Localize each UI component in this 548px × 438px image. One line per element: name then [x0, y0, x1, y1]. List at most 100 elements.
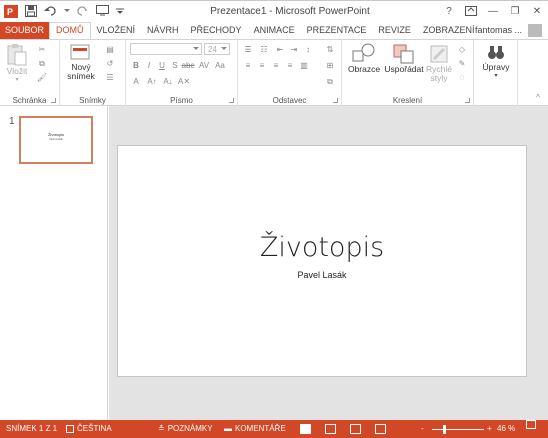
close-button[interactable]: ✕ — [528, 3, 546, 19]
customize-qat-icon[interactable] — [116, 4, 124, 18]
copy-icon[interactable]: ⧉ — [36, 58, 48, 69]
editing-button[interactable]: Úpravy ▾ — [478, 43, 514, 81]
font-launcher-icon[interactable] — [229, 98, 234, 103]
tab-animations[interactable]: ANIMACE — [248, 22, 301, 39]
shape-fill-icon[interactable]: ◇ — [456, 44, 468, 55]
slide-thumbnail[interactable]: Životopis Pavel Lasák — [19, 116, 93, 164]
slideshow-view-icon[interactable] — [375, 424, 386, 434]
user-name[interactable]: fantomas ... — [475, 22, 522, 39]
smartart-icon[interactable]: ⧉ — [324, 76, 336, 87]
zoom-slider[interactable] — [432, 429, 484, 430]
chevron-down-icon — [193, 47, 199, 50]
group-paragraph: ☰ ☷ ⇤ ⇥ ↕ ⇅ ≡ ≡ ≡ ≡ ▥ ⊞ ⧉ Odstavec — [238, 40, 342, 106]
group-label-slides: Snímky — [79, 96, 106, 105]
align-left-icon[interactable]: ≡ — [242, 60, 254, 71]
window-title: Prezentace1 - Microsoft PowerPoint — [210, 6, 370, 17]
help-button[interactable]: ? — [440, 3, 458, 19]
ribbon-display-options-button[interactable] — [462, 3, 480, 19]
quick-access-toolbar: P — [4, 4, 124, 18]
tab-slideshow[interactable]: PREZENTACE — [301, 22, 373, 39]
clipboard-launcher-icon[interactable] — [51, 98, 56, 103]
zoom-in-button[interactable]: + — [487, 420, 492, 438]
thumbnail-number: 1 — [9, 116, 15, 127]
normal-view-icon[interactable] — [300, 424, 311, 434]
avatar[interactable] — [528, 24, 542, 37]
layout-icon[interactable]: ▤ — [102, 44, 118, 55]
new-slide-icon — [70, 44, 90, 60]
fit-slide-icon[interactable] — [526, 420, 536, 429]
strikethrough-icon[interactable]: abc — [182, 60, 195, 71]
paragraph-launcher-icon[interactable] — [333, 98, 338, 103]
font-color-icon[interactable]: A — [130, 76, 142, 87]
restore-button[interactable]: ❐ — [506, 3, 524, 19]
align-text-icon[interactable]: ⊞ — [324, 60, 336, 71]
columns-icon[interactable]: ▥ — [298, 60, 310, 71]
slide-title[interactable]: Životopis — [118, 232, 526, 263]
reading-view-icon[interactable] — [350, 424, 361, 434]
tab-insert[interactable]: VLOŽENÍ — [91, 22, 142, 39]
text-direction-icon[interactable]: ⇅ — [324, 44, 336, 55]
font-name-combo[interactable] — [130, 43, 202, 55]
decrease-indent-icon[interactable]: ⇤ — [274, 44, 286, 55]
tab-review[interactable]: REVIZE — [372, 22, 417, 39]
increase-indent-icon[interactable]: ⇥ — [288, 44, 300, 55]
collapse-ribbon-icon[interactable]: ^ — [532, 92, 544, 103]
tab-file[interactable]: SOUBOR — [0, 22, 50, 39]
clear-formatting-icon[interactable]: A✕ — [178, 76, 190, 87]
zoom-level[interactable]: 46 % — [497, 420, 515, 438]
proofing-icon — [66, 425, 74, 433]
slide-counter[interactable]: SNÍMEK 1 Z 1 — [6, 420, 57, 438]
start-from-beginning-icon[interactable] — [96, 4, 110, 18]
align-center-icon[interactable]: ≡ — [256, 60, 268, 71]
tab-transitions[interactable]: PŘECHODY — [185, 22, 248, 39]
change-case-icon[interactable]: Aa — [214, 60, 226, 71]
reset-icon[interactable]: ↺ — [102, 58, 118, 69]
section-icon[interactable]: ☰ — [102, 72, 118, 83]
arrange-button[interactable]: Uspořádat — [384, 43, 424, 74]
zoom-out-button[interactable]: - — [421, 420, 424, 438]
shapes-button[interactable]: Obrazce — [346, 43, 382, 74]
comments-icon: ▬ — [224, 424, 232, 433]
group-label-font: Písmo — [170, 96, 193, 105]
group-font: 24 B I U S abc AV Aa A A↑ A↓ A✕ Písmo — [126, 40, 238, 106]
underline-icon[interactable]: U — [156, 60, 168, 71]
align-right-icon[interactable]: ≡ — [270, 60, 282, 71]
undo-icon[interactable] — [44, 4, 58, 18]
char-spacing-icon[interactable]: AV — [198, 60, 210, 71]
powerpoint-logo-icon[interactable]: P — [4, 4, 18, 18]
drawing-launcher-icon[interactable] — [465, 98, 470, 103]
slide-subtitle[interactable]: Pavel Lasák — [118, 270, 526, 280]
zoom-slider-thumb[interactable] — [442, 425, 446, 434]
justify-icon[interactable]: ≡ — [284, 60, 296, 71]
numbering-icon[interactable]: ☷ — [258, 44, 270, 55]
minimize-button[interactable]: — — [484, 3, 502, 19]
tab-view[interactable]: ZOBRAZENÍ — [417, 22, 481, 39]
shape-effects-icon[interactable]: ◌ — [456, 72, 468, 83]
bullets-icon[interactable]: ☰ — [242, 44, 254, 55]
bold-icon[interactable]: B — [130, 60, 142, 71]
line-spacing-icon[interactable]: ↕ — [302, 44, 314, 55]
tab-design[interactable]: NÁVRH — [141, 22, 185, 39]
format-painter-icon[interactable]: 🖌 — [36, 72, 48, 83]
grow-font-icon[interactable]: A↑ — [146, 76, 158, 87]
new-slide-button[interactable]: Nový snímek — [64, 43, 98, 81]
notes-button[interactable]: ≛ POZNÁMKY — [158, 420, 213, 438]
chevron-down-icon — [221, 47, 227, 50]
font-size-combo[interactable]: 24 — [204, 43, 230, 55]
spelling-status[interactable]: ČEŠTINA — [66, 420, 112, 438]
italic-icon[interactable]: I — [143, 60, 155, 71]
slide-sorter-view-icon[interactable] — [325, 424, 336, 434]
cut-icon[interactable]: ✂ — [36, 44, 48, 55]
slide-canvas[interactable]: Životopis Pavel Lasák — [117, 145, 527, 377]
tab-home[interactable]: DOMŮ — [49, 22, 91, 39]
undo-dropdown-icon[interactable] — [64, 4, 70, 18]
shrink-font-icon[interactable]: A↓ — [162, 76, 174, 87]
quick-styles-button[interactable]: Rychlé styly — [424, 43, 454, 83]
shadow-icon[interactable]: S — [169, 60, 181, 71]
shape-outline-icon[interactable]: ✎ — [456, 58, 468, 69]
save-icon[interactable] — [24, 4, 38, 18]
paste-button[interactable]: Vložit ▾ — [4, 43, 30, 85]
group-clipboard: Vložit ▾ ✂ ⧉ 🖌 Schránka — [0, 40, 60, 106]
redo-icon[interactable] — [76, 4, 90, 18]
comments-button[interactable]: ▬ KOMENTÁŘE — [224, 420, 286, 438]
